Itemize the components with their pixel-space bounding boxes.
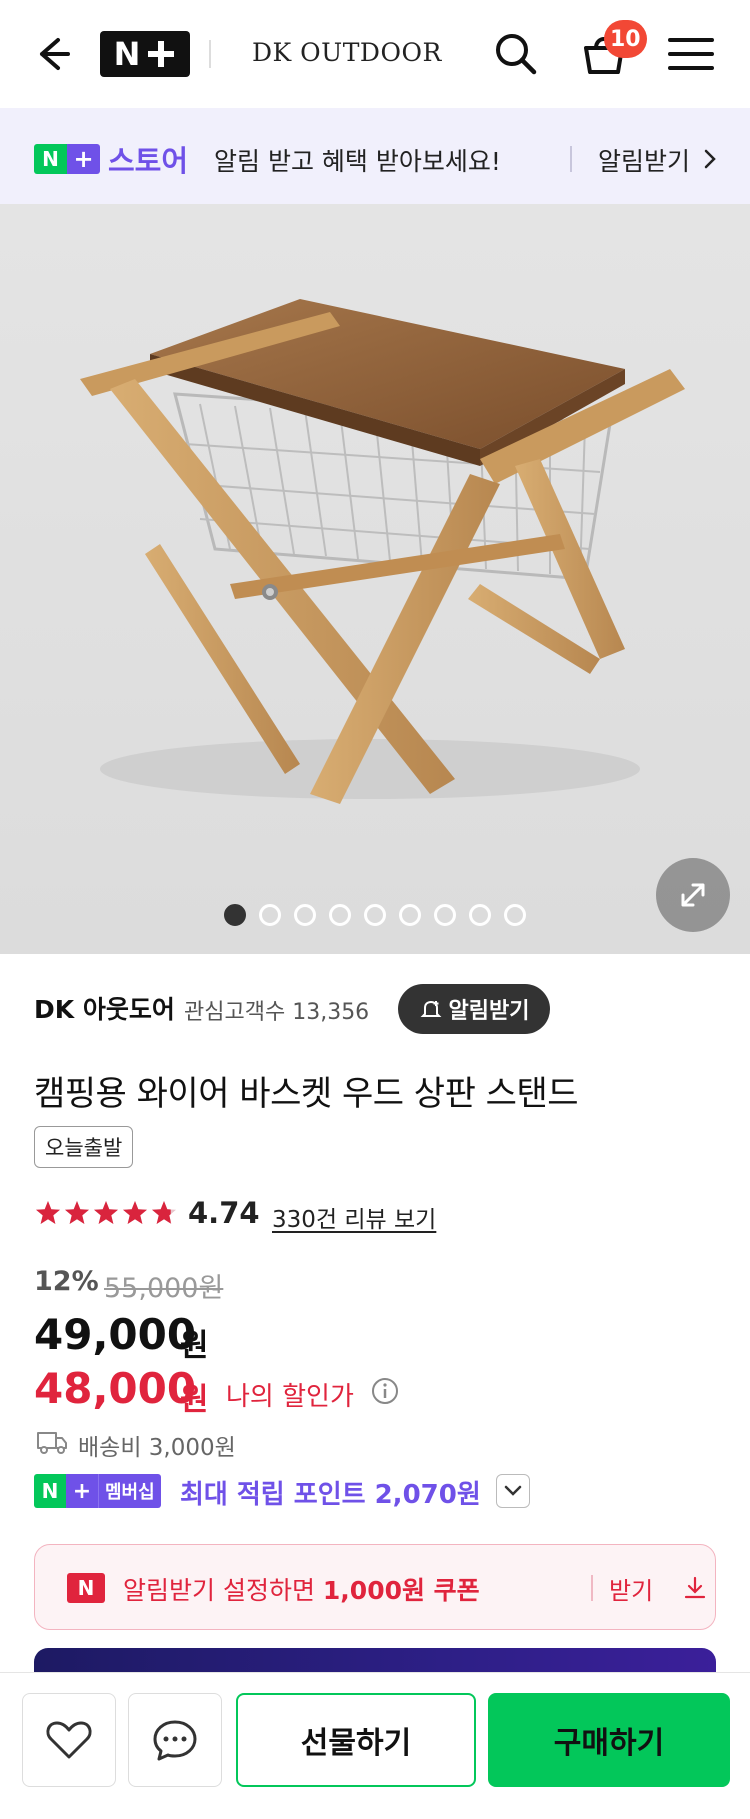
membership-points: 최대 적립 포인트 2,070원 [180, 1480, 481, 1510]
sale-price-unit: 원 [180, 1328, 209, 1364]
coupon-download-link[interactable]: 받기 [609, 1571, 653, 1606]
search-icon[interactable] [492, 30, 540, 78]
coupon-amount: 1,000원 쿠폰 [322, 1576, 480, 1605]
product-page: N DK OUTDOOR 10 N + 스토어 알림 받고 혜택 받아보세요! … [0, 0, 750, 1819]
bell-plus-icon [420, 1000, 441, 1017]
nplus-n-mark: N [34, 144, 67, 174]
nplus-plus-mark: + [67, 144, 100, 174]
sale-price: 49,000 [34, 1310, 197, 1359]
gallery-dot[interactable] [294, 904, 316, 926]
nplus-store-logo: N + [34, 144, 100, 174]
delivery-truck-icon [37, 1432, 67, 1454]
gallery-dot[interactable] [329, 904, 351, 926]
product-title: 캠핑용 와이어 바스켓 우드 상판 스탠드 [34, 1074, 579, 1114]
star-icon [65, 1201, 89, 1224]
purchase-bar: 선물하기 구매하기 [0, 1672, 750, 1819]
naver-n-logo: N [67, 1573, 105, 1603]
gallery-dot[interactable] [224, 904, 246, 926]
wishlist-button[interactable] [22, 1693, 116, 1787]
coupon-text-prefix: 알림받기 설정하면 [123, 1576, 323, 1605]
nplus-membership-logo: N + 멤버십 [34, 1474, 161, 1508]
seller-alert-label: 알림받기 [448, 999, 530, 1024]
coupon-text: 알림받기 설정하면 1,000원 쿠폰 [123, 1571, 480, 1607]
membership-expand-button[interactable] [496, 1474, 530, 1508]
chevron-right-icon [704, 149, 716, 169]
store-brand-name[interactable]: DK OUTDOOR [252, 38, 442, 67]
star-icon [123, 1201, 147, 1224]
reviews-link[interactable]: 330건 리뷰 보기 [272, 1200, 436, 1234]
shipping-fee: 배송비 3,000원 [78, 1435, 236, 1461]
plus-icon [146, 39, 176, 69]
top-header: N DK OUTDOOR 10 [0, 0, 750, 108]
info-icon[interactable] [370, 1376, 400, 1406]
gift-button[interactable]: 선물하기 [236, 1693, 476, 1787]
my-discount-price: 48,000 [34, 1364, 197, 1413]
rating-score: 4.74 [188, 1196, 260, 1230]
membership-badge: 멤버십 [98, 1474, 161, 1508]
star-icon [152, 1201, 176, 1224]
store-alert-banner[interactable]: N + 스토어 알림 받고 혜택 받아보세요! 알림받기 [0, 108, 750, 204]
gallery-dot[interactable] [504, 904, 526, 926]
rating-summary: 4.74 [34, 1196, 260, 1230]
chevron-down-icon [504, 1485, 522, 1496]
store-label: 스토어 [108, 144, 189, 178]
coupon-banner[interactable]: N 알림받기 설정하면 1,000원 쿠폰 받기 [34, 1544, 716, 1630]
star-icon [36, 1201, 60, 1224]
followers-info: 관심고객수 13,356 [184, 994, 369, 1026]
discount-rate: 12% [34, 1266, 99, 1297]
nplus-logo[interactable]: N [100, 31, 190, 77]
followers-count: 13,356 [292, 1000, 370, 1025]
store-banner-message: 알림 받고 혜택 받아보세요! [214, 147, 501, 176]
back-arrow-icon[interactable] [28, 30, 76, 78]
banner-divider [570, 146, 572, 172]
gallery-dot[interactable] [399, 904, 421, 926]
today-shipping-badge: 오늘출발 [34, 1126, 134, 1168]
star-icon [94, 1201, 118, 1224]
header-divider [209, 40, 211, 68]
coupon-divider [591, 1575, 593, 1601]
followers-label: 관심고객수 [184, 1000, 286, 1025]
buy-button[interactable]: 구매하기 [488, 1693, 730, 1787]
hamburger-menu-icon[interactable] [668, 34, 714, 74]
cart-count-badge: 10 [604, 20, 647, 58]
membership-plus-mark: + [66, 1474, 98, 1508]
gallery-dot[interactable] [469, 904, 491, 926]
gallery-dot[interactable] [364, 904, 386, 926]
rating-stars [34, 1199, 178, 1227]
product-photo-wooden-basket-stand [0, 204, 750, 954]
expand-arrows-icon [681, 883, 705, 907]
expand-image-button[interactable] [656, 858, 730, 932]
gallery-pagination [224, 904, 526, 926]
store-alert-link[interactable]: 알림받기 [598, 142, 690, 178]
gallery-dot[interactable] [434, 904, 456, 926]
seller-alert-button[interactable]: 알림받기 [398, 984, 550, 1034]
my-discount-price-unit: 원 [180, 1382, 209, 1418]
download-icon [684, 1576, 706, 1599]
chat-bubble-icon [153, 1720, 197, 1761]
product-image-gallery[interactable] [0, 204, 750, 954]
gallery-dot[interactable] [259, 904, 281, 926]
my-discount-price-label: 나의 할인가 [226, 1382, 354, 1412]
nplus-logo-n: N [113, 35, 141, 73]
seller-name[interactable]: DK 아웃도어 [34, 990, 175, 1026]
talk-inquiry-button[interactable] [128, 1693, 222, 1787]
heart-icon [46, 1721, 92, 1759]
original-price: 55,000원 [104, 1273, 224, 1304]
membership-n-mark: N [34, 1474, 66, 1508]
